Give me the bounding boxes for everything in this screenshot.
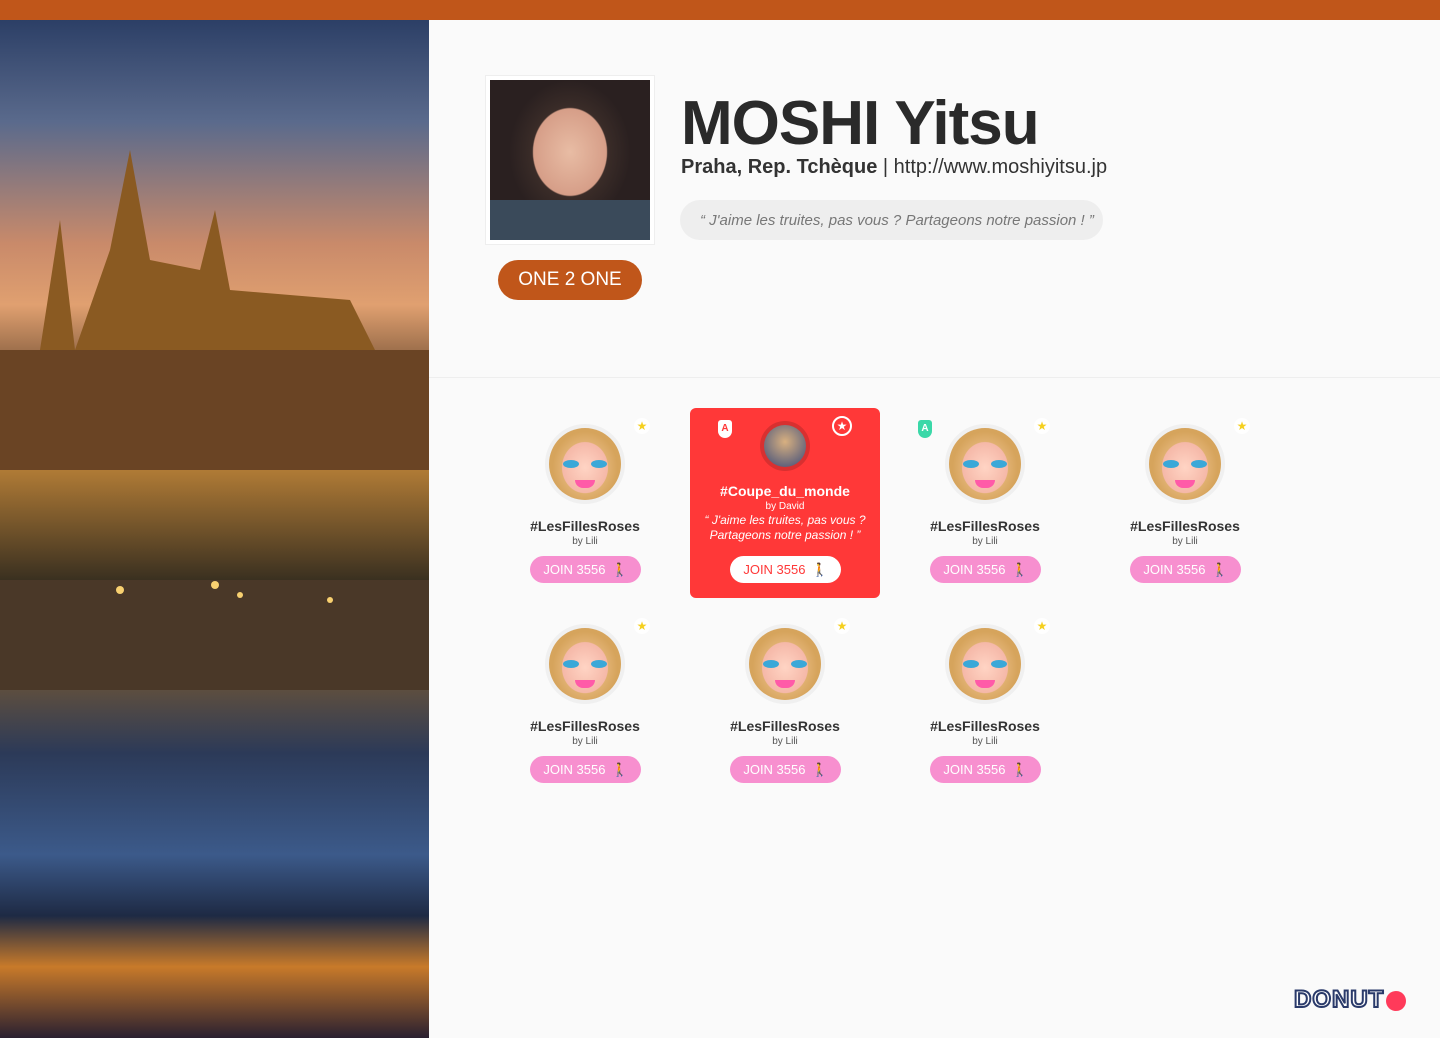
profile-name: MOSHI Yitsu <box>681 89 1040 158</box>
star-icon[interactable]: ★ <box>634 418 650 434</box>
join-label: JOIN 3556 <box>543 762 606 777</box>
group-title: #LesFillesRoses <box>930 718 1040 734</box>
join-label: JOIN 3556 <box>943 762 1006 777</box>
admin-badge-icon: A <box>918 420 932 438</box>
walking-person-icon: 🚶 <box>1011 761 1028 777</box>
group-title: #LesFillesRoses <box>1130 518 1240 534</box>
walking-person-icon: 🚶 <box>611 761 628 777</box>
group-author: by Lili <box>572 736 598 747</box>
walking-person-icon: 🚶 <box>1011 561 1028 577</box>
website-link[interactable]: http://www.moshiyitsu.jp <box>894 156 1107 178</box>
group-title: #Coupe_du_monde <box>720 483 850 499</box>
group-author: by Lili <box>972 736 998 747</box>
group-card[interactable]: ★ #LesFillesRoses by Lili JOIN 3556 🚶 <box>690 608 880 798</box>
group-avatar <box>945 424 1025 504</box>
group-avatar <box>1145 424 1225 504</box>
join-button[interactable]: JOIN 3556 🚶 <box>930 756 1041 783</box>
profile-quote: “ J'aime les truites, pas vous ? Partage… <box>680 200 1103 240</box>
join-button[interactable]: JOIN 3556 🚶 <box>730 556 841 583</box>
separator: | <box>877 156 894 178</box>
join-label: JOIN 3556 <box>1143 562 1206 577</box>
walking-person-icon: 🚶 <box>811 761 828 777</box>
group-card[interactable]: ★ #LesFillesRoses by Lili JOIN 3556 🚶 <box>490 608 680 798</box>
join-label: JOIN 3556 <box>943 562 1006 577</box>
donut-logo: DONUT <box>1293 985 1407 1014</box>
group-avatar <box>545 424 625 504</box>
walking-person-icon: 🚶 <box>611 561 628 577</box>
group-avatar <box>760 421 810 471</box>
group-avatar <box>945 624 1025 704</box>
group-avatar <box>545 624 625 704</box>
join-button[interactable]: JOIN 3556 🚶 <box>530 556 641 583</box>
group-quote: “ J'aime les truites, pas vous ? Partage… <box>704 513 866 542</box>
star-icon[interactable]: ★ <box>1034 618 1050 634</box>
join-label: JOIN 3556 <box>743 762 806 777</box>
group-card[interactable]: ★ #LesFillesRoses by Lili JOIN 3556 🚶 <box>490 408 680 598</box>
group-author: by Lili <box>972 536 998 547</box>
profile-avatar <box>485 75 655 245</box>
profile-location: Praha, Rep. Tchèque | http://www.moshiyi… <box>681 156 1107 179</box>
group-card[interactable]: ★ #LesFillesRoses by Lili JOIN 3556 🚶 <box>1090 408 1280 598</box>
join-button[interactable]: JOIN 3556 🚶 <box>1130 556 1241 583</box>
group-author: by Lili <box>572 536 598 547</box>
cover-photo <box>0 20 429 1038</box>
join-button[interactable]: JOIN 3556 🚶 <box>730 756 841 783</box>
group-author: by Lili <box>1172 536 1198 547</box>
group-card[interactable]: A ★ #LesFillesRoses by Lili JOIN 3556 🚶 <box>890 408 1080 598</box>
admin-badge-icon: A <box>718 420 732 438</box>
group-author: by David <box>765 501 805 512</box>
star-icon[interactable]: ★ <box>634 618 650 634</box>
join-button[interactable]: JOIN 3556 🚶 <box>930 556 1041 583</box>
join-button[interactable]: JOIN 3556 🚶 <box>530 756 641 783</box>
star-icon[interactable]: ★ <box>1234 418 1250 434</box>
group-author: by Lili <box>772 736 798 747</box>
group-title: #LesFillesRoses <box>730 718 840 734</box>
group-title: #LesFillesRoses <box>530 718 640 734</box>
star-circle-icon[interactable]: ★ <box>832 416 852 436</box>
walking-person-icon: 🚶 <box>1211 561 1228 577</box>
one-2-one-button[interactable]: ONE 2 ONE <box>498 260 642 300</box>
star-icon[interactable]: ★ <box>1034 418 1050 434</box>
location: Praha, Rep. Tchèque <box>681 156 878 178</box>
group-title: #LesFillesRoses <box>530 518 640 534</box>
join-label: JOIN 3556 <box>543 562 606 577</box>
group-card[interactable]: A ★ #Coupe_du_mondeby David “ J'aime les tr… <box>690 408 880 598</box>
group-title: #LesFillesRoses <box>930 518 1040 534</box>
top-bar <box>0 0 1440 20</box>
walking-person-icon: 🚶 <box>811 561 828 577</box>
star-icon[interactable]: ★ <box>834 618 850 634</box>
group-card[interactable]: ★ #LesFillesRoses by Lili JOIN 3556 🚶 <box>890 608 1080 798</box>
group-avatar <box>745 624 825 704</box>
join-label: JOIN 3556 <box>743 562 806 577</box>
